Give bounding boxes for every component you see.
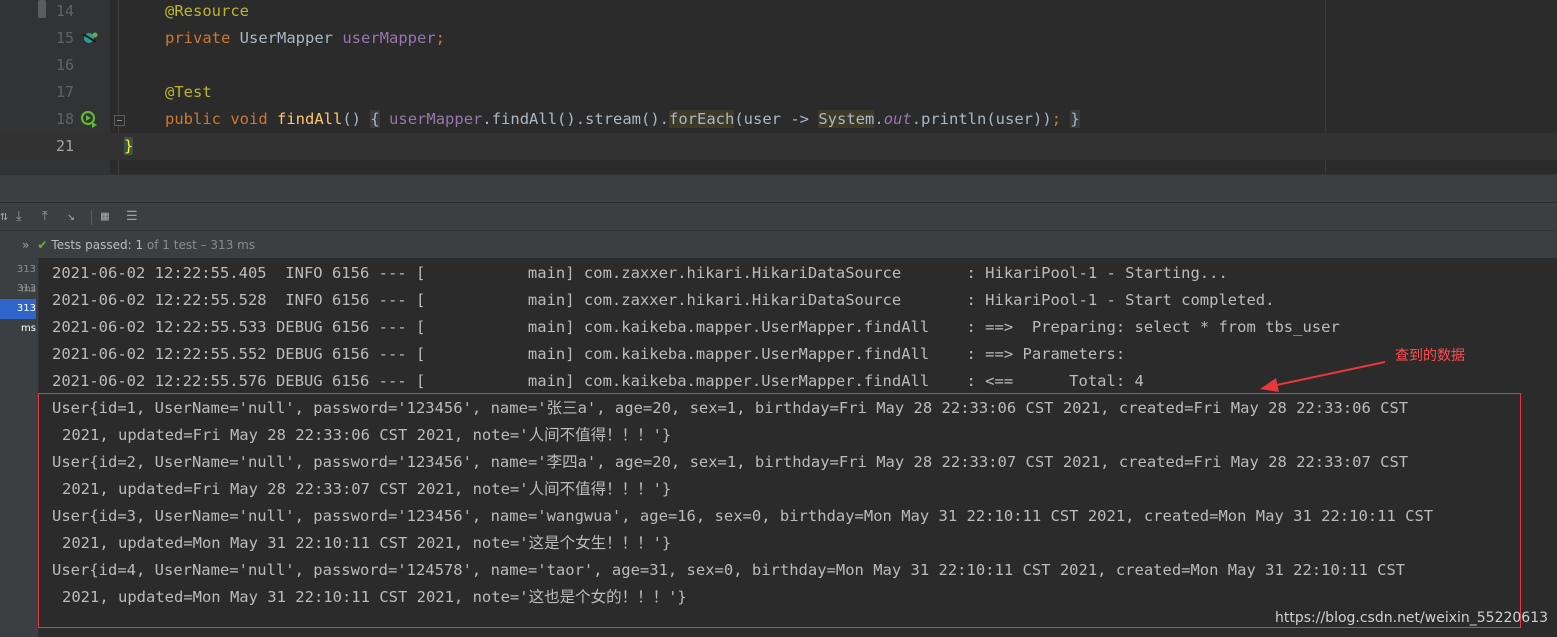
annotation-arrow-icon xyxy=(1260,361,1386,392)
annotation-label: 查到的数据 xyxy=(1395,348,1465,364)
watermark: https://blog.csdn.net/weixin_55220613 xyxy=(1275,610,1549,626)
